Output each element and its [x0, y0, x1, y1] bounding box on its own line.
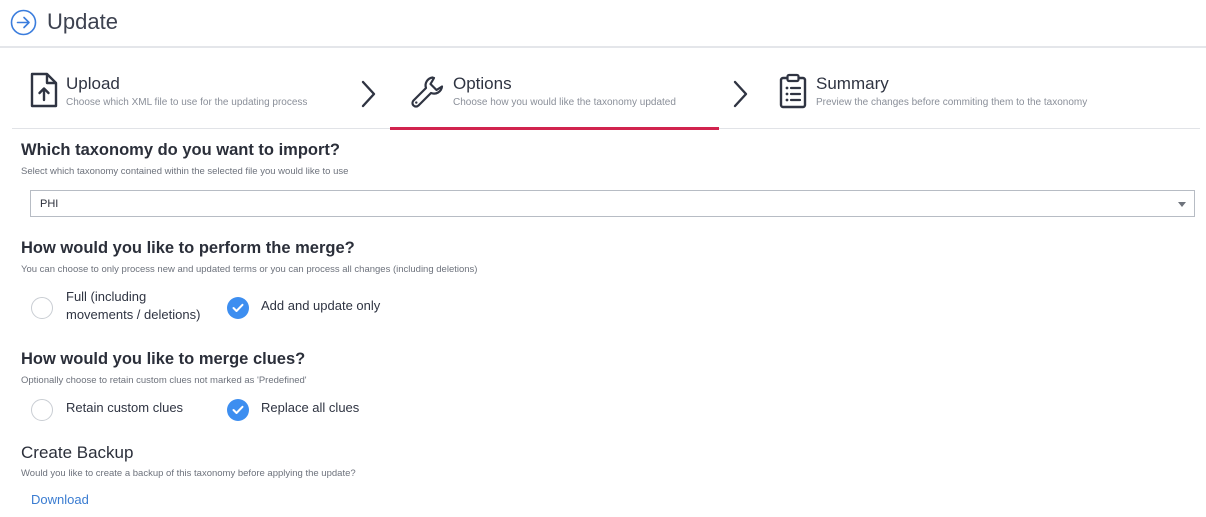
step-options-description: Choose how you would like the taxonomy u… — [453, 97, 676, 108]
replace-all-clues-label[interactable]: Replace all clues — [261, 399, 359, 417]
merge-full-label[interactable]: Full (including movements / deletions) — [66, 288, 200, 324]
merge-full-radio[interactable] — [31, 297, 53, 319]
chevron-right-icon — [361, 80, 376, 108]
step-upload-title: Upload — [66, 74, 120, 93]
step-summary-description: Preview the changes before commiting the… — [816, 97, 1088, 108]
download-backup-link[interactable]: Download — [31, 492, 89, 507]
wrench-icon — [411, 76, 444, 108]
step-options-title: Options — [453, 74, 512, 93]
step-options[interactable]: Options Choose how you would like the ta… — [390, 60, 719, 130]
clipboard-list-icon — [779, 73, 807, 109]
taxonomy-select-value: PHI — [40, 198, 59, 210]
step-upload[interactable]: Upload Choose which XML file to use for … — [12, 60, 372, 129]
merge-section-subtitle: You can choose to only process new and u… — [21, 264, 478, 275]
file-upload-icon — [30, 72, 58, 108]
retain-custom-clues-label[interactable]: Retain custom clues — [66, 399, 183, 417]
merge-add-update-label[interactable]: Add and update only — [261, 297, 380, 315]
page-header: Update — [0, 0, 1206, 48]
active-step-indicator — [390, 127, 719, 130]
checkmark-icon — [232, 303, 244, 312]
step-summary[interactable]: Summary Preview the changes before commi… — [767, 60, 1187, 129]
retain-custom-clues-radio[interactable] — [31, 399, 53, 421]
wizard-stepper: Upload Choose which XML file to use for … — [12, 60, 1200, 130]
backup-section-subtitle: Would you like to create a backup of thi… — [21, 468, 356, 479]
caret-down-icon — [1178, 202, 1186, 207]
arrow-right-circle-icon — [10, 9, 37, 36]
replace-all-clues-radio[interactable] — [227, 399, 249, 421]
taxonomy-select[interactable]: PHI — [30, 190, 1195, 217]
step-summary-title: Summary — [816, 74, 889, 93]
backup-section-title: Create Backup — [21, 443, 134, 462]
step-upload-description: Choose which XML file to use for the upd… — [66, 97, 308, 108]
taxonomy-section-subtitle: Select which taxonomy contained within t… — [21, 166, 349, 177]
checkmark-icon — [232, 405, 244, 414]
page-title: Update — [47, 9, 118, 34]
clues-section-title: How would you like to merge clues? — [21, 350, 306, 368]
clues-section-subtitle: Optionally choose to retain custom clues… — [21, 375, 307, 386]
taxonomy-section-title: Which taxonomy do you want to import? — [21, 141, 340, 159]
merge-section-title: How would you like to perform the merge? — [21, 239, 355, 257]
chevron-right-icon — [733, 80, 748, 108]
merge-add-update-radio[interactable] — [227, 297, 249, 319]
